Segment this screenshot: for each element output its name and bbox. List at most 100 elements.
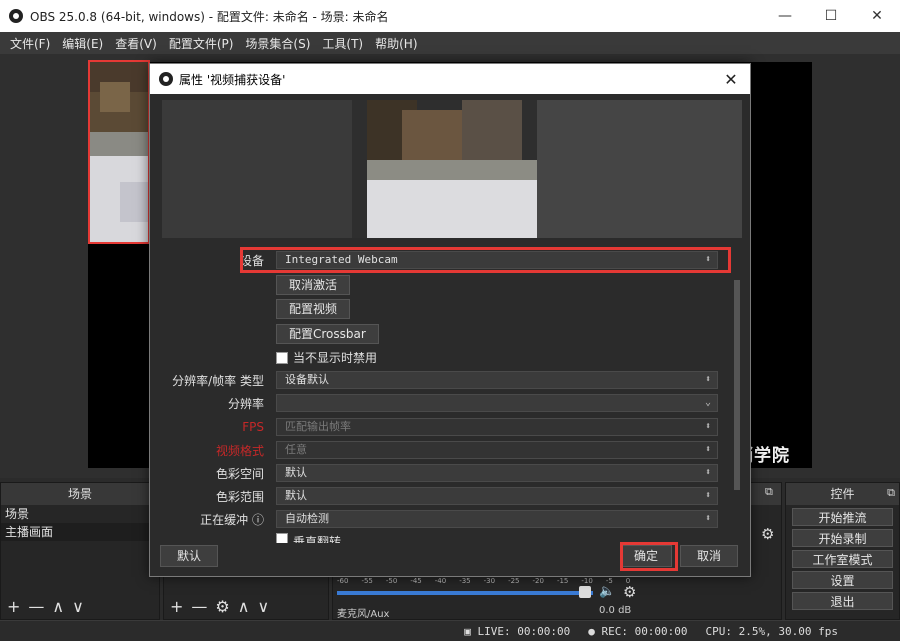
menu-tools[interactable]: 工具(T) bbox=[316, 35, 369, 52]
video-format-label: 视频格式 bbox=[215, 443, 264, 458]
start-streaming-button[interactable]: 开始推流 bbox=[792, 508, 893, 526]
scale-label: -25 bbox=[508, 577, 520, 585]
color-range-select[interactable]: 默认 ⬍ bbox=[276, 487, 718, 505]
menu-edit[interactable]: 编辑(E) bbox=[56, 35, 109, 52]
close-button[interactable]: ✕ bbox=[854, 0, 900, 32]
remove-source-icon[interactable]: — bbox=[191, 597, 207, 616]
menu-view[interactable]: 查看(V) bbox=[109, 35, 163, 52]
window-titlebar: OBS 25.0.8 (64-bit, windows) - 配置文件: 未命名… bbox=[0, 0, 900, 32]
resolution-select[interactable]: ⌄ bbox=[276, 394, 718, 412]
webcam-pixel-block bbox=[367, 180, 537, 238]
add-scene-icon[interactable]: + bbox=[7, 597, 20, 616]
color-range-label: 色彩范围 bbox=[215, 489, 264, 504]
remove-scene-icon[interactable]: — bbox=[28, 597, 44, 616]
help-icon[interactable]: ⓘ bbox=[252, 513, 264, 527]
properties-dialog: 属性 '视频捕获设备' ✕ 设备 Integrated Webcam ⬍ 取消激… bbox=[149, 63, 751, 577]
dock-float-icon[interactable]: ⧉ bbox=[887, 486, 895, 500]
gear-icon[interactable]: ⚙ bbox=[761, 525, 774, 543]
defaults-button[interactable]: 默认 bbox=[160, 545, 218, 567]
spinner-icon: ⬍ bbox=[704, 421, 711, 432]
resolution-type-select[interactable]: 设备默认 ⬍ bbox=[276, 371, 718, 389]
maximize-button[interactable]: ☐ bbox=[808, 0, 854, 32]
checkbox-box[interactable] bbox=[276, 533, 288, 543]
scene-item-selected[interactable]: 主播画面 bbox=[1, 523, 159, 541]
gear-icon[interactable]: ⚙ bbox=[215, 597, 229, 616]
buffering-select[interactable]: 自动检测 ⬍ bbox=[276, 510, 718, 528]
add-source-icon[interactable]: + bbox=[170, 597, 183, 616]
move-up-icon[interactable]: ∧ bbox=[238, 597, 250, 616]
fps-select: 匹配输出帧率 ⬍ bbox=[276, 418, 718, 436]
menu-profile[interactable]: 配置文件(P) bbox=[163, 35, 240, 52]
scale-label: -10 bbox=[581, 577, 593, 585]
live-icon: ▣ bbox=[464, 624, 478, 638]
webcam-pixel-block bbox=[90, 132, 148, 156]
cancel-button[interactable]: 取消 bbox=[680, 545, 738, 567]
scale-label: -35 bbox=[459, 577, 471, 585]
rec-timer: REC: 00:00:00 bbox=[601, 624, 688, 638]
vertical-flip-checkbox[interactable]: 垂直翻转 bbox=[276, 533, 341, 543]
checkbox-box[interactable] bbox=[276, 351, 288, 364]
color-space-label: 色彩空间 bbox=[215, 466, 264, 481]
scale-label: -30 bbox=[483, 577, 496, 585]
status-bar: ▣ LIVE: 00:00:00 ● REC: 00:00:00 CPU: 2.… bbox=[0, 620, 900, 641]
selected-source-outline[interactable] bbox=[88, 60, 150, 244]
scene-item[interactable]: 场景 bbox=[1, 505, 159, 523]
obs-logo-icon bbox=[9, 9, 23, 23]
menu-file[interactable]: 文件(F) bbox=[4, 35, 56, 52]
color-space-select[interactable]: 默认 ⬍ bbox=[276, 464, 718, 482]
scale-label: -55 bbox=[361, 577, 373, 585]
webcam-pixel-block bbox=[402, 110, 462, 160]
speaker-icon[interactable]: 🔈 bbox=[599, 584, 615, 599]
move-up-icon[interactable]: ∧ bbox=[52, 597, 64, 616]
spinner-icon: ⬍ bbox=[704, 467, 711, 478]
configure-crossbar-button[interactable]: 配置Crossbar bbox=[276, 324, 379, 344]
buffering-label-text: 正在缓冲 bbox=[200, 512, 249, 527]
dialog-scrollbar[interactable] bbox=[733, 244, 741, 544]
video-format-value: 任意 bbox=[285, 443, 307, 456]
exit-button[interactable]: 退出 bbox=[792, 592, 893, 610]
fps-value: 匹配输出帧率 bbox=[285, 420, 351, 433]
webcam-pixel-block bbox=[120, 182, 148, 222]
scale-label: -45 bbox=[410, 577, 422, 585]
minimize-button[interactable]: — bbox=[762, 0, 808, 32]
resolution-type-value: 设备默认 bbox=[285, 373, 329, 386]
mixer-scale: -60 -55 -50 -45 -40 -35 -30 -25 -20 -15 … bbox=[337, 577, 630, 585]
color-range-value: 默认 bbox=[285, 489, 307, 502]
highlight-box bbox=[620, 542, 678, 571]
scale-label: -60 bbox=[337, 577, 349, 585]
menu-bar: 文件(F) 编辑(E) 查看(V) 配置文件(P) 场景集合(S) 工具(T) … bbox=[0, 32, 900, 54]
studio-mode-button[interactable]: 工作室模式 bbox=[792, 550, 893, 568]
scale-label: -50 bbox=[385, 577, 398, 585]
track-label: 麦克风/Aux bbox=[337, 609, 390, 620]
scale-label: -20 bbox=[532, 577, 544, 585]
controls-header: 控件 bbox=[786, 483, 899, 505]
checkbox-label: 垂直翻转 bbox=[293, 535, 342, 543]
scrollbar-thumb[interactable] bbox=[734, 280, 740, 490]
menu-help[interactable]: 帮助(H) bbox=[369, 35, 423, 52]
deactivate-when-hidden-checkbox[interactable]: 当不显示时禁用 bbox=[276, 349, 377, 366]
buffering-value: 自动检测 bbox=[285, 512, 329, 525]
checkbox-label: 当不显示时禁用 bbox=[293, 351, 378, 365]
start-recording-button[interactable]: 开始录制 bbox=[792, 529, 893, 547]
webcam-pixel-block bbox=[537, 100, 742, 238]
move-down-icon[interactable]: ∨ bbox=[257, 597, 269, 616]
webcam-pixel-block bbox=[462, 100, 522, 160]
menu-scene-collection[interactable]: 场景集合(S) bbox=[239, 35, 316, 52]
gear-icon[interactable]: ⚙ bbox=[623, 583, 636, 601]
move-down-icon[interactable]: ∨ bbox=[72, 597, 84, 616]
volume-slider-handle[interactable] bbox=[579, 586, 591, 598]
spinner-icon: ⬍ bbox=[704, 444, 711, 455]
volume-slider[interactable] bbox=[337, 591, 593, 595]
deactivate-button[interactable]: 取消激活 bbox=[276, 275, 351, 295]
dialog-close-icon[interactable]: ✕ bbox=[720, 68, 742, 90]
color-space-value: 默认 bbox=[285, 466, 307, 479]
buffering-label: 正在缓冲 ⓘ bbox=[150, 511, 270, 528]
webcam-preview bbox=[162, 100, 742, 238]
rec-icon: ● bbox=[588, 624, 602, 638]
settings-button[interactable]: 设置 bbox=[792, 571, 893, 589]
webcam-pixel-block bbox=[367, 160, 537, 180]
live-status: ▣ LIVE: 00:00:00 bbox=[464, 625, 570, 638]
dock-float-icon[interactable]: ⧉ bbox=[765, 485, 773, 499]
spinner-icon: ⬍ bbox=[704, 513, 711, 524]
configure-video-button[interactable]: 配置视频 bbox=[276, 299, 351, 319]
